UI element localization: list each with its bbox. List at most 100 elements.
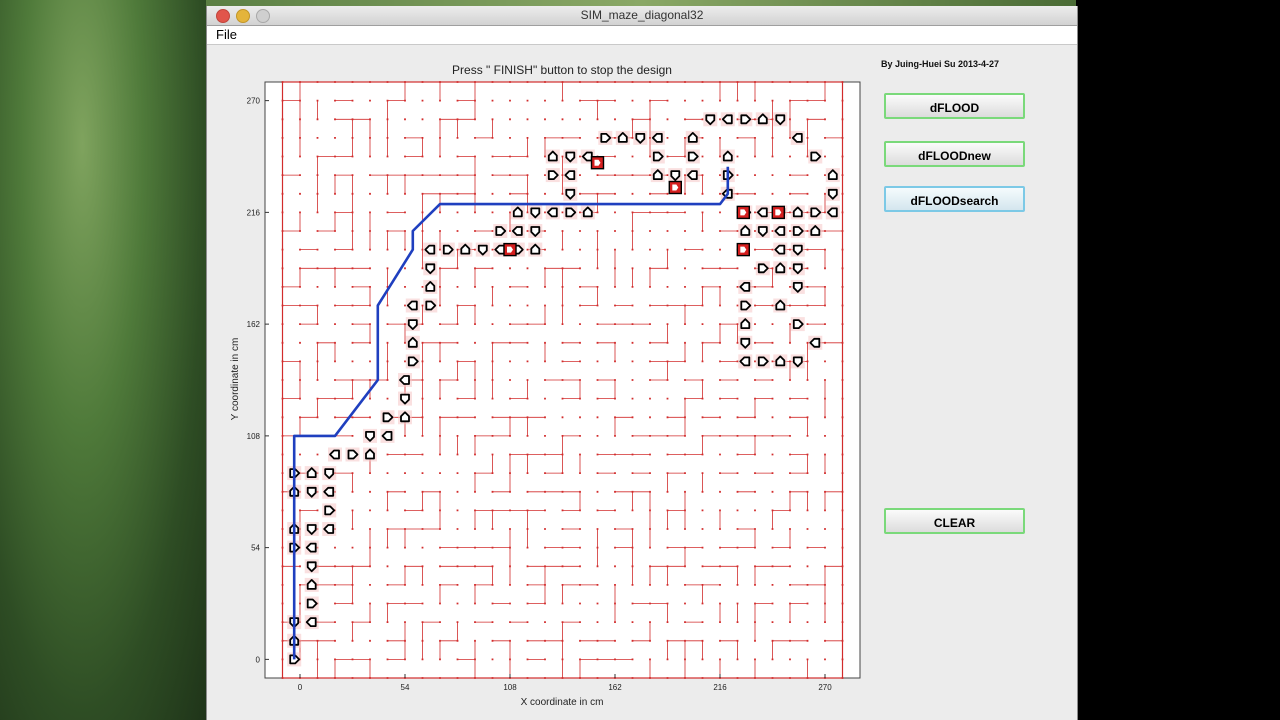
robot-icon bbox=[598, 130, 613, 145]
y-axis-label: Y coordinate in cm bbox=[230, 338, 241, 421]
robot-icon bbox=[720, 112, 735, 127]
robot-icon bbox=[755, 205, 770, 220]
robot-icon bbox=[790, 224, 805, 238]
robot-icon bbox=[563, 205, 578, 220]
robot-icon bbox=[304, 615, 319, 630]
x-tick-label: 0 bbox=[298, 683, 303, 692]
robot-icon bbox=[304, 466, 319, 481]
y-tick-label: 108 bbox=[247, 432, 261, 441]
robot-icon bbox=[650, 149, 665, 164]
robot-icon bbox=[633, 130, 648, 145]
robot-icon bbox=[790, 317, 805, 332]
robot-icon bbox=[398, 373, 412, 387]
robot-icon bbox=[808, 335, 823, 350]
robot-icon bbox=[423, 242, 438, 257]
robot-icon bbox=[790, 130, 805, 145]
robot-icon bbox=[545, 168, 560, 183]
robot-icon bbox=[304, 559, 319, 574]
robot-icon bbox=[398, 391, 412, 406]
robot-icon bbox=[322, 484, 337, 499]
robot-icon bbox=[398, 410, 412, 425]
robot-icon bbox=[405, 354, 420, 369]
target-robot-icon bbox=[736, 205, 750, 220]
robot-icon bbox=[510, 205, 525, 220]
robot-icon bbox=[493, 224, 508, 238]
maze-plot[interactable]: 0 54 108 162 216 270 0 54 108 162 216 270 X coordin… bbox=[207, 6, 1077, 720]
robot-icon bbox=[650, 130, 665, 145]
y-tick-label: 54 bbox=[251, 544, 260, 553]
robot-icon bbox=[380, 428, 395, 443]
robot-icon bbox=[322, 522, 337, 536]
robot-icon bbox=[773, 112, 788, 127]
robot-icon bbox=[808, 149, 823, 164]
robot-icon bbox=[304, 484, 319, 499]
robot-icon bbox=[423, 298, 438, 313]
robot-icon bbox=[825, 186, 840, 201]
robot-icon bbox=[773, 242, 788, 257]
robot-icon bbox=[528, 224, 543, 238]
robot-icon bbox=[304, 596, 319, 611]
robot-icon bbox=[808, 205, 823, 220]
robot-icon bbox=[405, 298, 420, 313]
robot-icon bbox=[738, 224, 753, 238]
robot-icon bbox=[563, 186, 578, 201]
robot-icon bbox=[755, 354, 770, 369]
robot-icon bbox=[790, 205, 805, 220]
robot-icon bbox=[528, 205, 543, 220]
x-axis-label: X coordinate in cm bbox=[521, 697, 604, 708]
robot-icon bbox=[790, 354, 805, 369]
y-tick-label: 0 bbox=[256, 655, 261, 664]
robot-icon bbox=[405, 317, 420, 332]
target-robot-icon bbox=[736, 242, 750, 257]
robot-icon bbox=[650, 168, 665, 183]
robot-icon bbox=[825, 168, 840, 183]
robot-icon bbox=[773, 261, 788, 276]
robot-icon bbox=[304, 540, 319, 555]
y-tick-label: 270 bbox=[247, 97, 261, 106]
robot-icon bbox=[755, 261, 770, 276]
robot-icon bbox=[475, 242, 490, 257]
robot-icon bbox=[738, 279, 753, 294]
robot-icon bbox=[322, 466, 337, 481]
robot-icon bbox=[363, 447, 377, 462]
robot-icon bbox=[738, 317, 753, 332]
target-robot-icon bbox=[590, 155, 605, 170]
robot-icon bbox=[363, 428, 377, 443]
robot-icon bbox=[510, 224, 525, 238]
robot-icon bbox=[528, 242, 543, 257]
robot-icon bbox=[738, 354, 753, 369]
y-tick-label: 162 bbox=[247, 320, 261, 329]
robot-icon bbox=[545, 205, 560, 220]
robot-icon bbox=[738, 335, 753, 350]
robot-icon bbox=[790, 261, 805, 276]
robot-icon bbox=[615, 130, 630, 145]
robot-icon bbox=[423, 279, 438, 294]
robot-icon bbox=[755, 112, 770, 127]
target-robot-icon bbox=[771, 205, 785, 220]
app-window: SIM_maze_diagonal32 File Press " FINISH"… bbox=[206, 6, 1078, 720]
robot-icon bbox=[423, 261, 438, 276]
robot-icon bbox=[345, 447, 360, 462]
robot-icon bbox=[738, 298, 753, 313]
robot-icon bbox=[668, 168, 683, 183]
robot-icon bbox=[773, 224, 788, 238]
robot-icon bbox=[322, 503, 337, 518]
robot-icon bbox=[703, 112, 718, 127]
x-tick-label: 162 bbox=[608, 683, 622, 692]
robot-icon bbox=[685, 130, 700, 145]
robot-icon bbox=[825, 205, 840, 220]
robot-icon bbox=[380, 410, 395, 425]
desktop-background bbox=[0, 0, 206, 720]
robot-icon bbox=[405, 335, 420, 350]
robot-icon bbox=[545, 149, 560, 164]
robot-icon bbox=[755, 224, 770, 238]
target-robot-icon bbox=[503, 242, 517, 257]
y-tick-label: 216 bbox=[247, 208, 261, 217]
robot-icon bbox=[328, 447, 342, 462]
x-tick-label: 270 bbox=[818, 683, 832, 692]
robot-icon bbox=[458, 242, 473, 257]
robot-icon bbox=[808, 224, 823, 238]
robot-icon bbox=[790, 242, 805, 257]
x-tick-label: 54 bbox=[401, 683, 410, 692]
robot-icon bbox=[563, 168, 578, 183]
